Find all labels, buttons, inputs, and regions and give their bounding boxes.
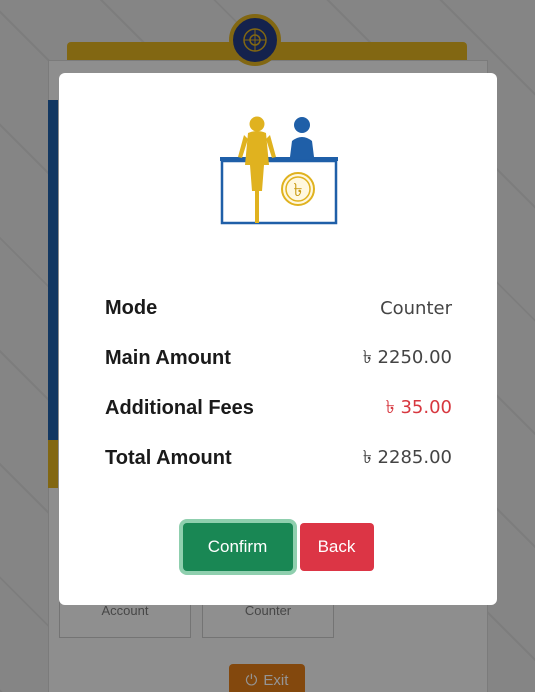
- main-amount-row: Main Amount ৳ 2250.00: [105, 333, 452, 383]
- additional-fees-row: Additional Fees ৳ 35.00: [105, 383, 452, 433]
- additional-fees-value: ৳ 35.00: [385, 396, 452, 418]
- total-amount-row: Total Amount ৳ 2285.00: [105, 433, 452, 483]
- additional-fees-label: Additional Fees: [105, 396, 254, 419]
- counter-payment-illustration: ৳: [220, 116, 338, 225]
- payment-confirmation-modal: ৳ Mode Counter Main Amount ৳ 2250.00 Add…: [59, 73, 497, 605]
- main-amount-label: Main Amount: [105, 346, 231, 369]
- main-amount-value: ৳ 2250.00: [362, 346, 452, 368]
- total-amount-value: ৳ 2285.00: [362, 446, 452, 468]
- modal-actions: Confirm Back: [59, 523, 497, 571]
- back-button[interactable]: Back: [299, 523, 374, 571]
- confirm-button[interactable]: Confirm: [182, 523, 293, 571]
- mode-row: Mode Counter: [105, 283, 452, 333]
- total-amount-label: Total Amount: [105, 446, 232, 469]
- svg-text:৳: ৳: [294, 180, 303, 201]
- mode-value: Counter: [380, 297, 452, 319]
- mode-label: Mode: [105, 296, 158, 319]
- payment-summary: Mode Counter Main Amount ৳ 2250.00 Addit…: [105, 283, 452, 483]
